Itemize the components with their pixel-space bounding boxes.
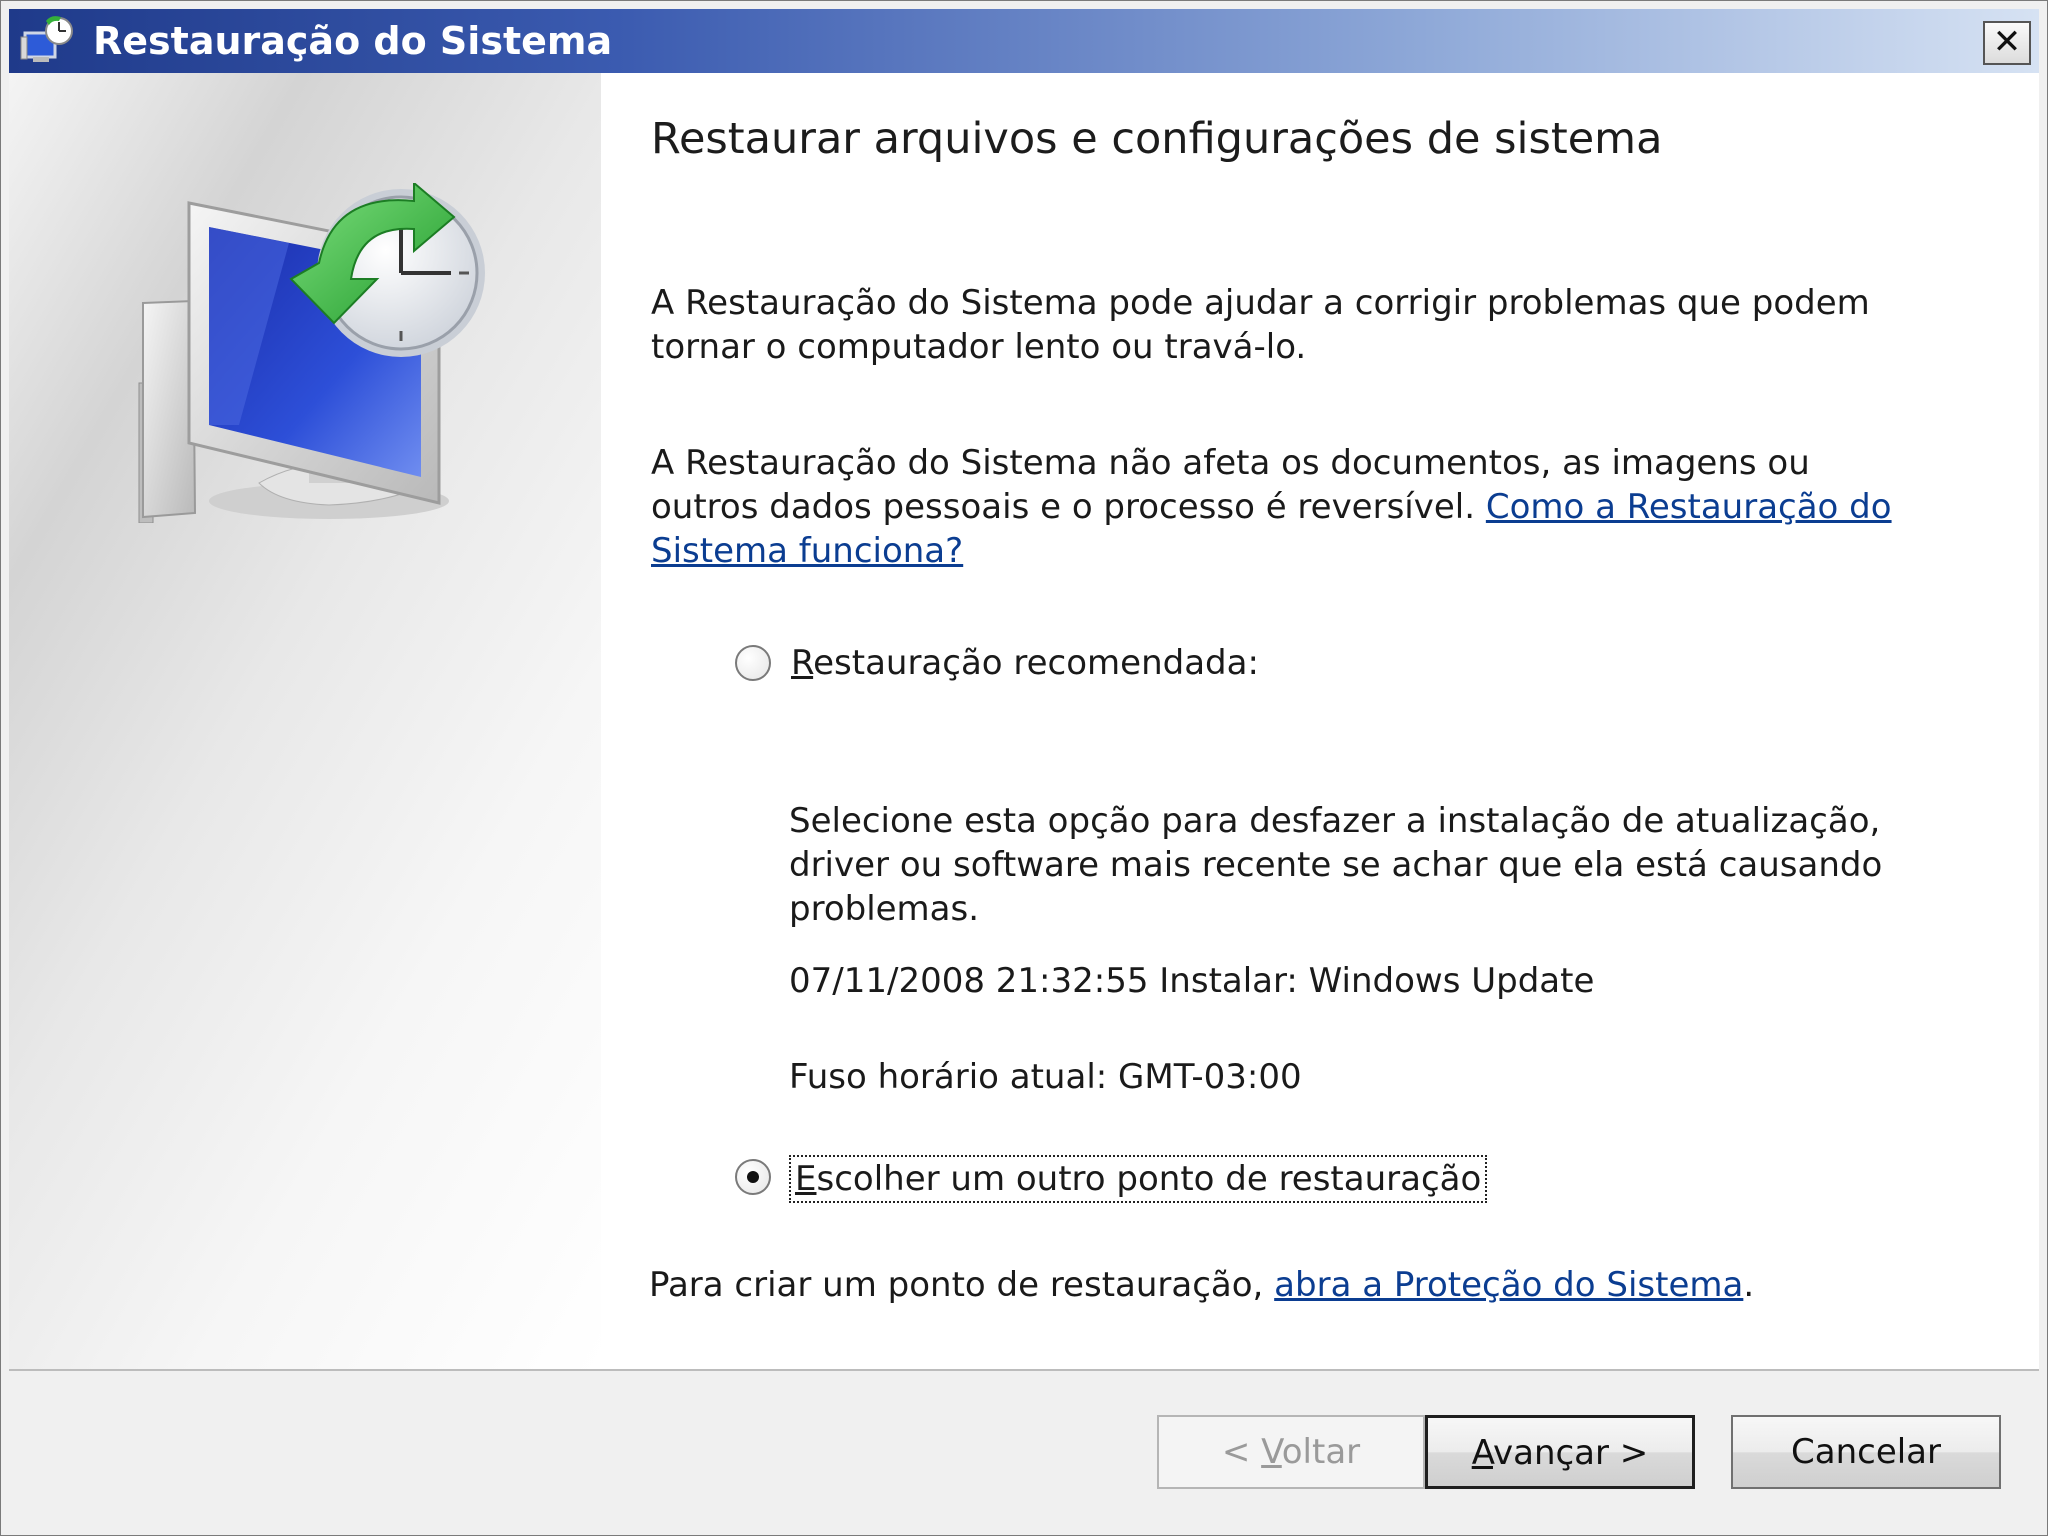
next-button[interactable]: Avançar > xyxy=(1425,1415,1695,1489)
restore-point-info: 07/11/2008 21:32:55 Instalar: Windows Up… xyxy=(789,961,1595,1001)
side-banner xyxy=(9,73,601,1369)
recommended-restore-radio[interactable] xyxy=(735,645,771,681)
intro-text: A Restauração do Sistema pode ajudar a c… xyxy=(651,283,1870,367)
recommended-restore-label[interactable]: Restauração recomendada: xyxy=(791,641,1259,685)
back-button-prefix: < xyxy=(1221,1432,1262,1472)
system-restore-icon xyxy=(20,16,73,62)
next-button-label: vançar > xyxy=(1492,1433,1649,1473)
back-button-accel: V xyxy=(1261,1432,1282,1472)
page-title: Restaurar arquivos e configurações de si… xyxy=(651,114,1663,164)
button-bar: < Voltar Avançar > Cancelar xyxy=(9,1369,2039,1529)
close-icon: ✕ xyxy=(1992,22,2022,62)
info-text: A Restauração do Sistema não afeta os do… xyxy=(651,441,1901,573)
recommended-restore-description: Selecione esta opção para desfazer a ins… xyxy=(789,801,1883,929)
system-restore-illustration-icon xyxy=(138,183,485,523)
window-title: Restauração do Sistema xyxy=(93,19,613,63)
timezone-info: Fuso horário atual: GMT-03:00 xyxy=(789,1057,1302,1097)
recommended-restore-accel: R xyxy=(791,643,814,683)
system-restore-window: Restauração do Sistema ✕ Restaurar arqui… xyxy=(0,0,2048,1536)
choose-other-restore-label[interactable]: Escolher um outro ponto de restauração xyxy=(789,1155,1488,1203)
radio-selected-dot xyxy=(747,1171,759,1183)
content-area: Restaurar arquivos e configurações de si… xyxy=(601,73,2039,1369)
choose-other-restore-radio[interactable] xyxy=(735,1159,771,1195)
create-restore-point-period: . xyxy=(1743,1265,1755,1305)
choose-other-restore-accel: E xyxy=(795,1159,817,1199)
back-button-label: oltar xyxy=(1281,1432,1361,1472)
recommended-restore-label-text: estauração recomendada: xyxy=(813,643,1259,683)
create-restore-point-body: Para criar um ponto de restauração, xyxy=(649,1265,1264,1305)
dialog-body: Restaurar arquivos e configurações de si… xyxy=(9,73,2039,1369)
next-button-accel: A xyxy=(1471,1433,1493,1473)
title-bar[interactable]: Restauração do Sistema ✕ xyxy=(9,9,2039,73)
create-restore-point-text: Para criar um ponto de restauração, abra… xyxy=(649,1263,1754,1307)
close-button[interactable]: ✕ xyxy=(1983,21,2031,65)
cancel-button[interactable]: Cancelar xyxy=(1731,1415,2001,1489)
choose-other-restore-label-text: scolher um outro ponto de restauração xyxy=(816,1159,1482,1199)
back-button[interactable]: < Voltar xyxy=(1157,1415,1425,1489)
system-protection-link[interactable]: abra a Proteção do Sistema xyxy=(1274,1265,1743,1305)
